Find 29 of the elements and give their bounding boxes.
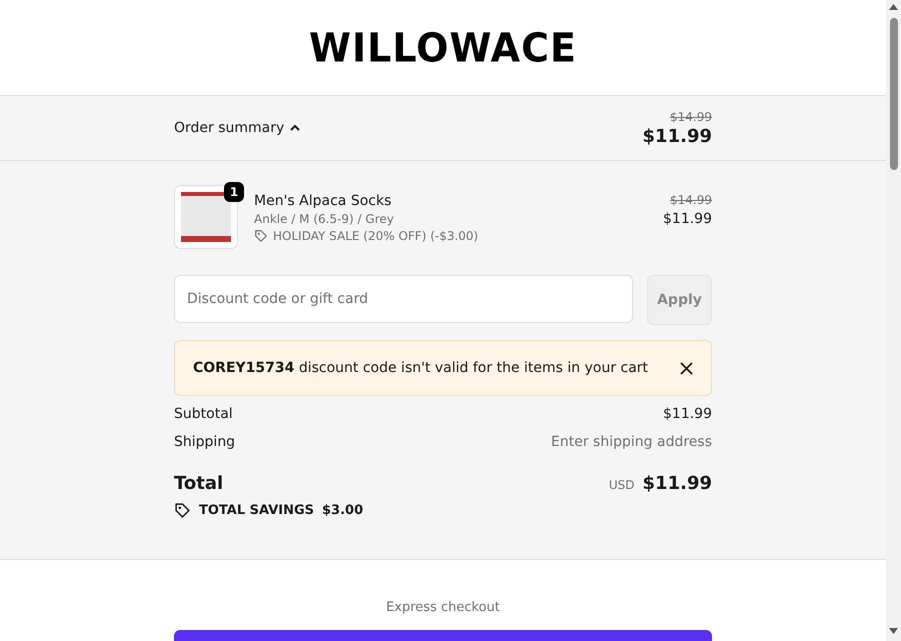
error-message: COREY15734 discount code isn't valid for the items in your cart xyxy=(193,360,648,376)
original-price: $14.99 xyxy=(670,110,712,124)
store-logo[interactable]: WILLOWACE xyxy=(309,24,577,71)
currency-code: USD xyxy=(608,478,635,492)
scrollbar-thumb[interactable] xyxy=(890,18,898,170)
order-summary-toggle[interactable]: Order summary xyxy=(174,120,300,136)
totals-label: Shipping xyxy=(174,434,236,450)
scroll-up-arrow-icon[interactable] xyxy=(889,4,898,10)
express-checkout-label: Express checkout xyxy=(386,600,500,615)
discount-label: HOLIDAY SALE (20% OFF) (-$3.00) xyxy=(273,229,478,243)
tag-icon xyxy=(174,502,191,519)
total-label: Total xyxy=(174,473,224,494)
close-icon[interactable] xyxy=(680,362,693,374)
original-price: $14.99 xyxy=(670,193,712,207)
savings-label: TOTAL SAVINGS xyxy=(199,503,314,518)
product-photo-placeholder xyxy=(174,185,238,249)
summary-price: $11.99 xyxy=(642,126,712,146)
totals-label: Subtotal xyxy=(174,406,233,422)
quantity-badge: 1 xyxy=(224,182,244,202)
savings-amount: $3.00 xyxy=(322,503,364,518)
product-name: Men's Alpaca Socks xyxy=(254,193,392,209)
total-price: $11.99 xyxy=(642,473,712,494)
totals-value: $11.99 xyxy=(663,406,712,422)
item-price: $11.99 xyxy=(663,211,712,227)
product-variant: Ankle / M (6.5-9) / Grey xyxy=(254,212,395,226)
scroll-down-arrow-icon[interactable] xyxy=(889,628,898,634)
tag-icon xyxy=(254,229,268,243)
chevron-icon xyxy=(290,124,300,132)
shipping-hint: Enter shipping address xyxy=(551,434,712,450)
